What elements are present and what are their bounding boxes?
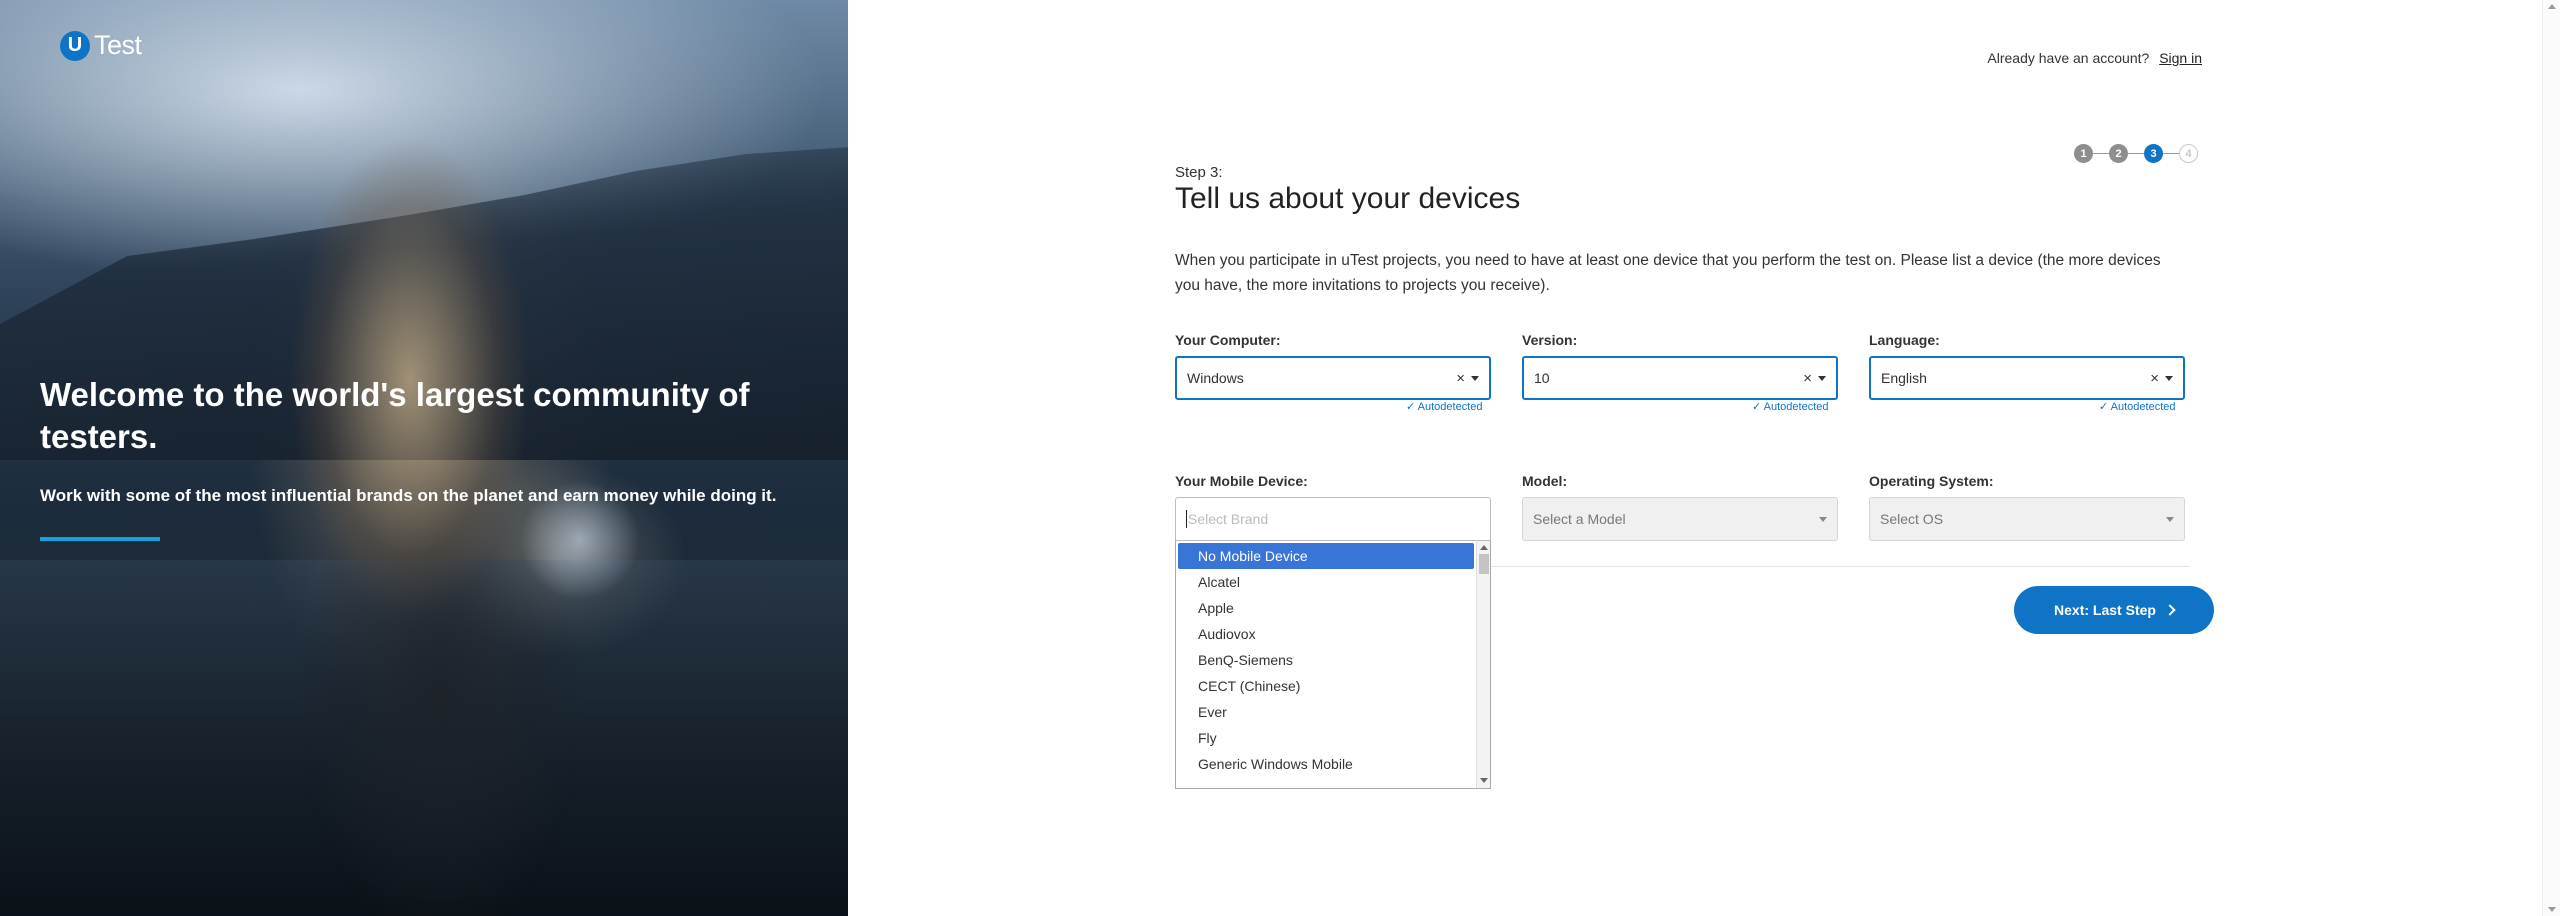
computer-value: Windows (1187, 370, 1244, 386)
scroll-down-icon[interactable] (2548, 907, 2556, 912)
account-prompt: Already have an account? Sign in (1987, 50, 2202, 66)
scroll-up-icon[interactable] (2548, 4, 2556, 9)
chevron-down-icon[interactable] (1819, 516, 1827, 522)
check-icon: ✓ (1406, 401, 1416, 413)
step-connector (2128, 153, 2144, 154)
scroll-up-icon[interactable] (1479, 545, 1488, 550)
step-connector (2093, 153, 2109, 154)
version-autodetected: ✓ Autodetected (1752, 400, 1829, 413)
logo-word: Test (94, 30, 142, 60)
step-1[interactable]: 1 (2074, 144, 2093, 163)
brand-option[interactable]: No Mobile Device (1178, 543, 1474, 569)
computer-select[interactable]: Windows × (1175, 356, 1491, 400)
brand-placeholder: Select Brand (1188, 511, 1269, 527)
computer-autodetected: ✓ Autodetected (1406, 400, 1483, 413)
brand-dropdown[interactable]: No Mobile Device Alcatel Apple Audiovox … (1175, 541, 1491, 789)
hero-subtitle: Work with some of the most influential b… (40, 486, 777, 505)
brand-option[interactable]: Apple (1178, 595, 1474, 621)
os-placeholder: Select OS (1880, 511, 1944, 527)
check-icon: ✓ (1752, 401, 1762, 413)
language-value: English (1881, 370, 1927, 386)
brand-option[interactable]: Ever (1178, 699, 1474, 725)
chevron-down-icon[interactable] (2166, 516, 2174, 522)
scrollbar-thumb[interactable] (1478, 554, 1489, 574)
dropdown-scrollbar[interactable] (1476, 541, 1490, 788)
autodetected-text: Autodetected (1763, 401, 1829, 413)
language-select[interactable]: English × (1869, 356, 2185, 400)
brand-option[interactable]: Alcatel (1178, 569, 1474, 595)
version-value: 10 (1534, 370, 1550, 386)
autodetected-text: Autodetected (2110, 401, 2176, 413)
version-select[interactable]: 10 × (1522, 356, 1838, 400)
hero-panel: U Test Welcome to the world's largest co… (0, 0, 848, 916)
clear-icon[interactable]: × (1456, 370, 1465, 387)
account-prompt-text: Already have an account? (1987, 50, 2150, 66)
brand-option[interactable]: Fly (1178, 725, 1474, 751)
hero-title: Welcome to the world's largest community… (40, 376, 750, 455)
page-title: Tell us about your devices (1175, 182, 1521, 215)
brand-option[interactable]: BenQ-Siemens (1178, 647, 1474, 673)
intro-text: When you participate in uTest projects, … (1175, 252, 2161, 294)
os-select[interactable]: Select OS (1869, 497, 2185, 541)
step-2[interactable]: 2 (2109, 144, 2128, 163)
brand-options-list: No Mobile Device Alcatel Apple Audiovox … (1176, 541, 1476, 779)
brand-search-input[interactable]: Select Brand (1175, 497, 1491, 541)
clear-icon[interactable]: × (2150, 370, 2159, 387)
autodetected-text: Autodetected (1417, 401, 1483, 413)
text-cursor (1186, 510, 1187, 528)
check-icon: ✓ (2099, 401, 2109, 413)
chevron-right-icon (2164, 604, 2176, 616)
mobile-label: Your Mobile Device: (1175, 473, 1308, 489)
language-label: Language: (1869, 332, 1940, 348)
step-3: 3 (2144, 144, 2163, 163)
hero-accent-line (40, 537, 160, 541)
utest-logo[interactable]: U Test (60, 30, 142, 61)
os-label: Operating System: (1869, 473, 1994, 489)
chevron-down-icon[interactable] (1818, 375, 1826, 381)
computer-label: Your Computer: (1175, 332, 1281, 348)
page-scrollbar[interactable] (2542, 0, 2560, 916)
step-indicator: 1 2 3 4 (2074, 144, 2198, 163)
chevron-down-icon[interactable] (2165, 375, 2173, 381)
sign-in-link[interactable]: Sign in (2159, 50, 2202, 66)
clear-icon[interactable]: × (1803, 370, 1812, 387)
step-4: 4 (2179, 144, 2198, 163)
step-connector (2163, 153, 2179, 154)
form-divider (1490, 566, 2190, 567)
next-last-step-button[interactable]: Next: Last Step (2014, 586, 2214, 634)
next-button-label: Next: Last Step (2054, 602, 2156, 618)
model-label: Model: (1522, 473, 1568, 489)
scroll-down-icon[interactable] (1480, 778, 1488, 783)
logo-mark: U (60, 30, 90, 61)
model-placeholder: Select a Model (1533, 511, 1626, 527)
version-label: Version: (1522, 332, 1578, 348)
brand-option[interactable]: Audiovox (1178, 621, 1474, 647)
language-autodetected: ✓ Autodetected (2099, 400, 2176, 413)
model-select[interactable]: Select a Model (1522, 497, 1838, 541)
brand-option[interactable]: CECT (Chinese) (1178, 673, 1474, 699)
brand-option[interactable]: Generic Windows Mobile (1178, 751, 1474, 777)
step-label: Step 3: (1175, 164, 1223, 181)
chevron-down-icon[interactable] (1471, 375, 1479, 381)
